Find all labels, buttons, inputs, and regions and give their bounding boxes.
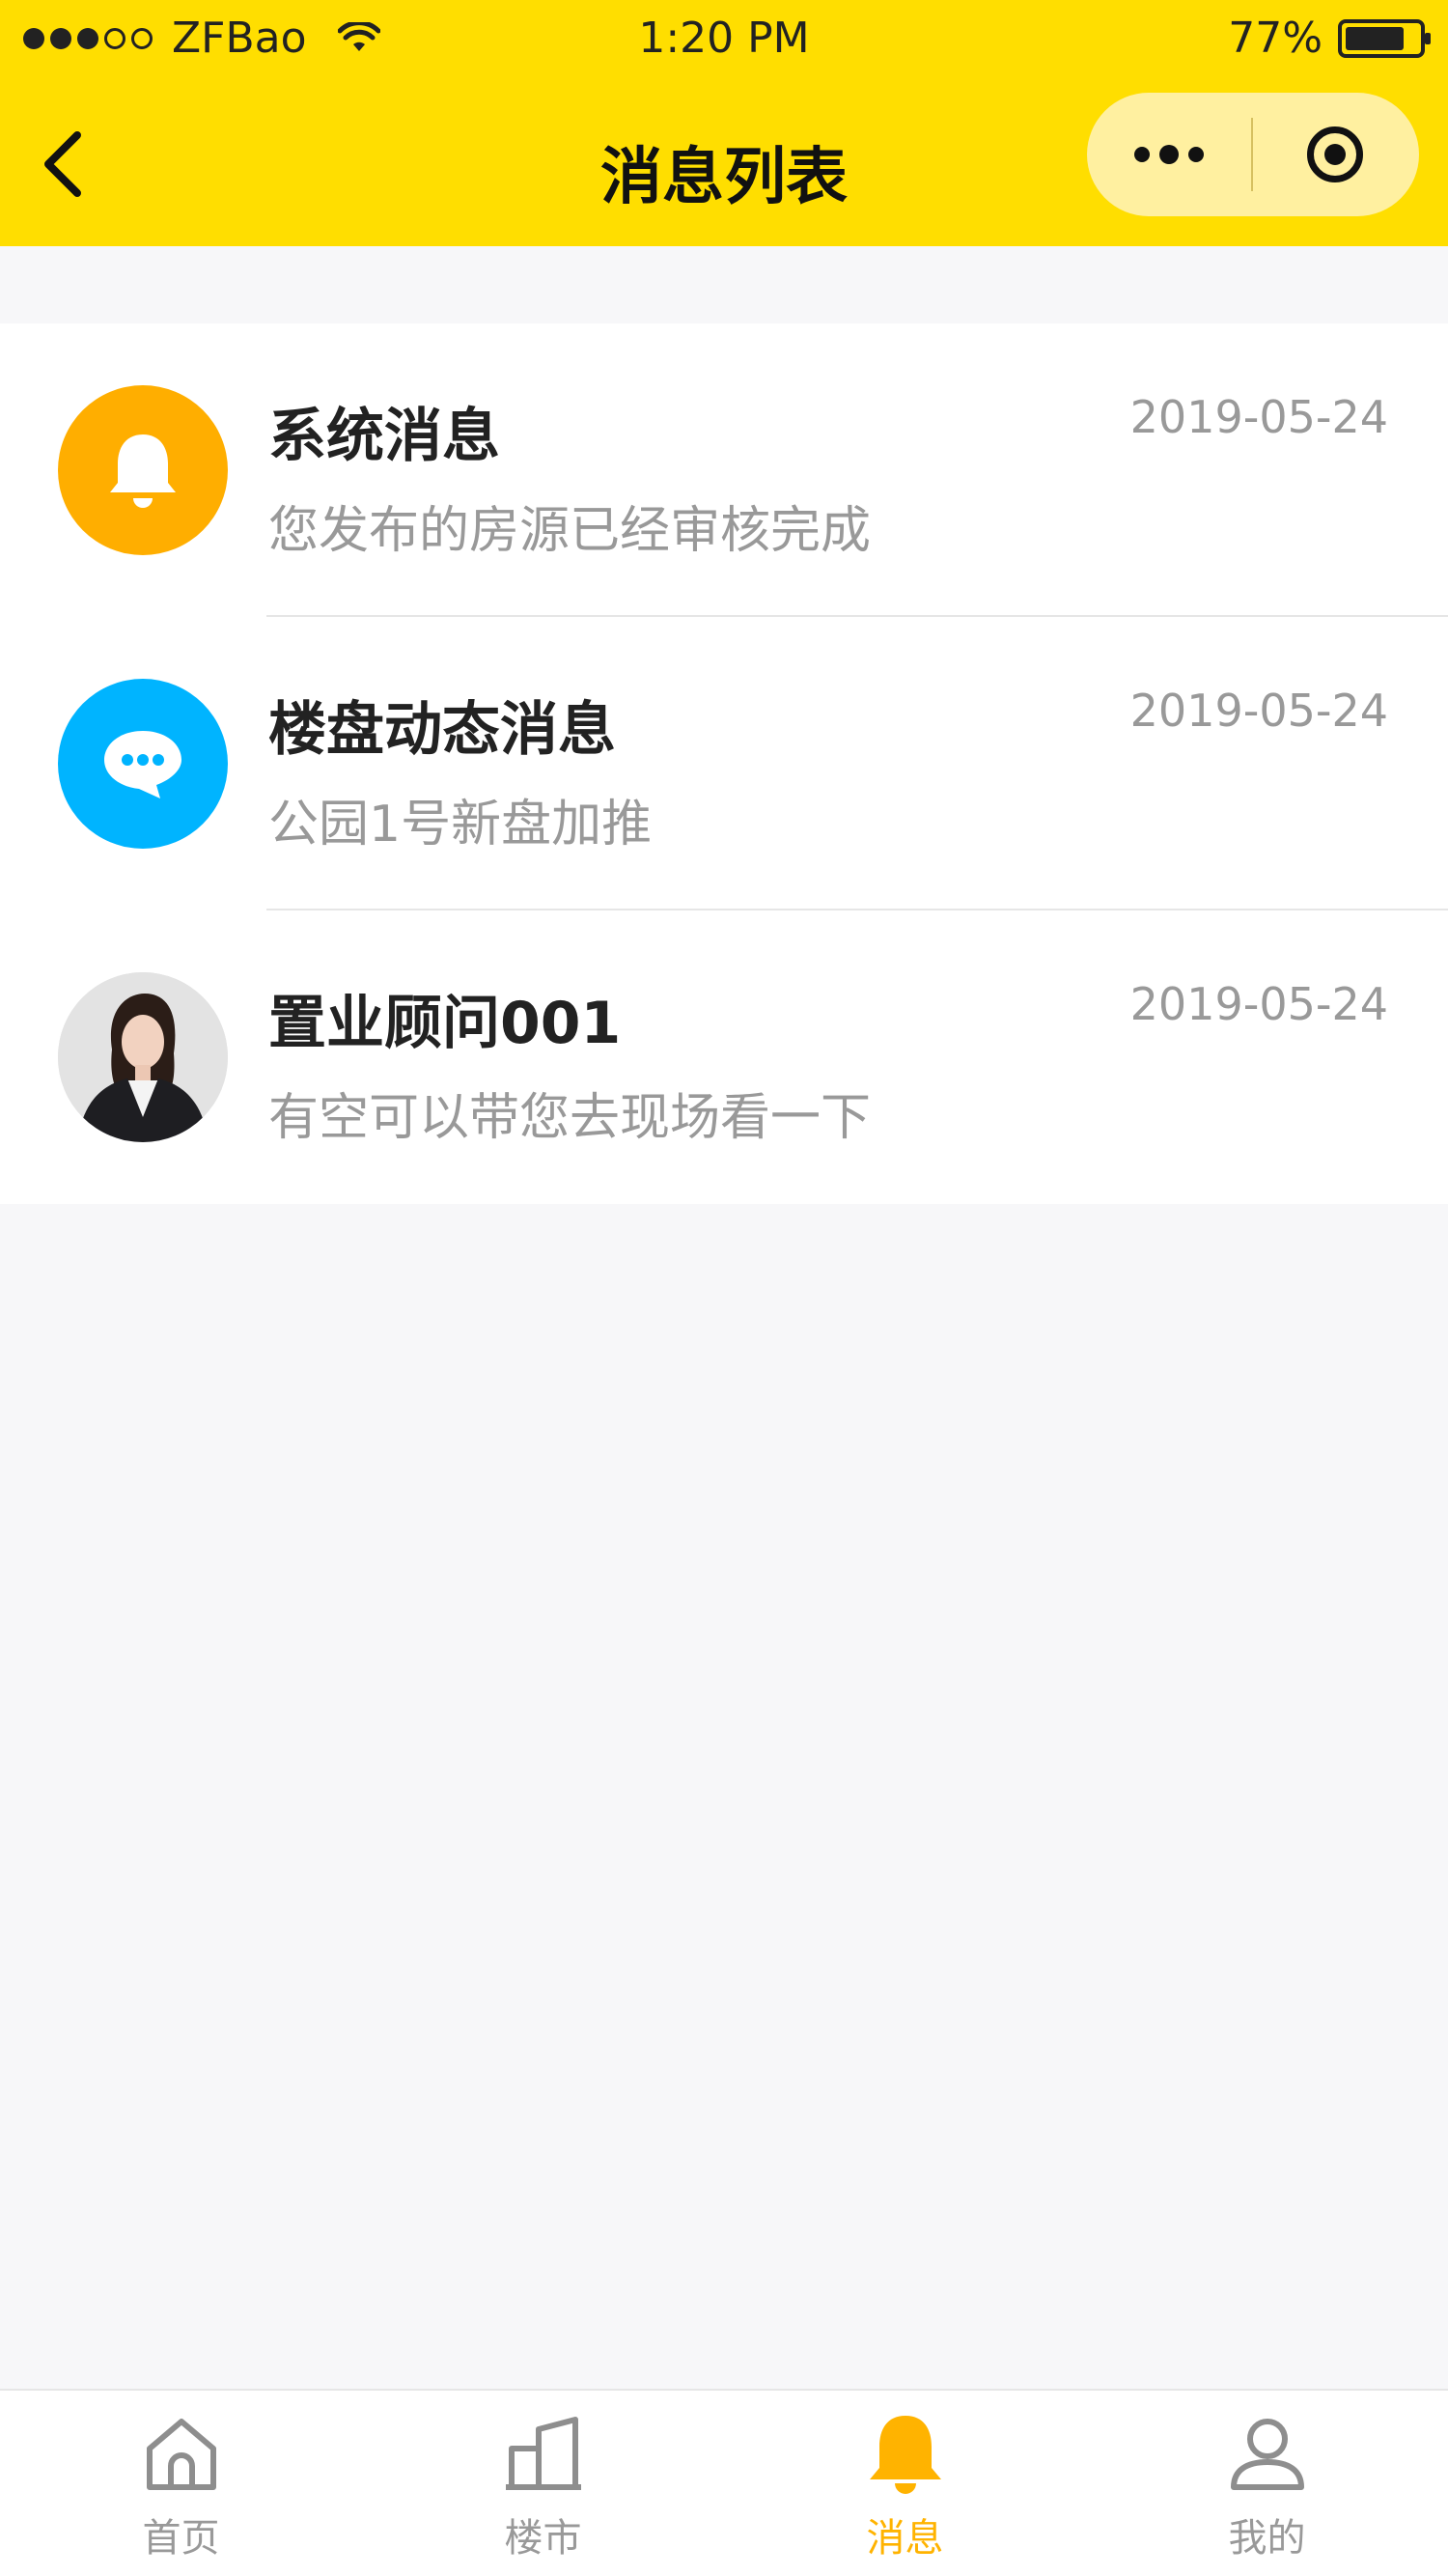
- tab-market[interactable]: 楼市: [362, 2391, 724, 2576]
- building-icon: [505, 2417, 581, 2490]
- message-title: 楼盘动态消息: [268, 696, 616, 764]
- battery-fill: [1346, 26, 1404, 50]
- message-avatar: [58, 972, 228, 1142]
- tab-label: 楼市: [504, 2516, 582, 2561]
- tab-label: 首页: [142, 2516, 220, 2561]
- nav-bar: 消息列表: [0, 77, 1448, 246]
- more-dots-icon: [1188, 147, 1204, 162]
- message-date: 2019-05-24: [1129, 685, 1388, 737]
- mini-program-capsule: [1087, 93, 1419, 216]
- message-item-system[interactable]: 系统消息 2019-05-24 您发布的房源已经审核完成: [0, 323, 1448, 617]
- message-list: 系统消息 2019-05-24 您发布的房源已经审核完成 楼盘动态消息 2019…: [0, 323, 1448, 1204]
- bell-icon: [110, 434, 176, 508]
- person-photo: [58, 972, 228, 1142]
- status-bar: ZFBao 1:20 PM 77%: [0, 0, 1448, 77]
- user-icon: [1230, 2419, 1304, 2490]
- message-item-project-news[interactable]: 楼盘动态消息 2019-05-24 公园1号新盘加推: [0, 617, 1448, 910]
- message-avatar: [58, 679, 228, 849]
- more-button[interactable]: [1087, 93, 1251, 216]
- message-title: 置业顾问001: [268, 990, 622, 1057]
- message-date: 2019-05-24: [1129, 978, 1388, 1030]
- status-right: 77%: [1228, 14, 1431, 63]
- home-icon: [146, 2419, 216, 2490]
- target-center: [1324, 144, 1346, 165]
- bottom-tab-bar: 首页 楼市 消息 我的: [0, 2389, 1448, 2576]
- battery-percent: 77%: [1228, 14, 1323, 63]
- target-circle-icon: [1307, 126, 1363, 182]
- close-miniprogram-button[interactable]: [1253, 93, 1417, 216]
- message-preview: 公园1号新盘加推: [268, 796, 653, 854]
- bell-icon: [869, 2416, 941, 2494]
- message-avatar: [58, 385, 228, 555]
- message-item-advisor[interactable]: 置业顾问001 2019-05-24 有空可以带您去现场看一下: [0, 910, 1448, 1204]
- tab-home[interactable]: 首页: [0, 2391, 362, 2576]
- more-dots-icon: [1159, 145, 1179, 164]
- message-preview: 有空可以带您去现场看一下: [268, 1089, 872, 1147]
- message-date: 2019-05-24: [1129, 391, 1388, 443]
- message-title: 系统消息: [268, 403, 500, 470]
- tab-messages[interactable]: 消息: [724, 2391, 1086, 2576]
- battery-nub: [1425, 32, 1431, 44]
- more-dots-icon: [1134, 147, 1150, 162]
- tab-label: 我的: [1228, 2516, 1306, 2561]
- tab-profile[interactable]: 我的: [1086, 2391, 1448, 2576]
- chat-bubble-icon: [104, 731, 181, 798]
- header: ZFBao 1:20 PM 77% 消息列表: [0, 0, 1448, 246]
- battery-icon: [1338, 18, 1431, 58]
- tab-label: 消息: [866, 2516, 944, 2561]
- message-preview: 您发布的房源已经审核完成: [268, 502, 872, 560]
